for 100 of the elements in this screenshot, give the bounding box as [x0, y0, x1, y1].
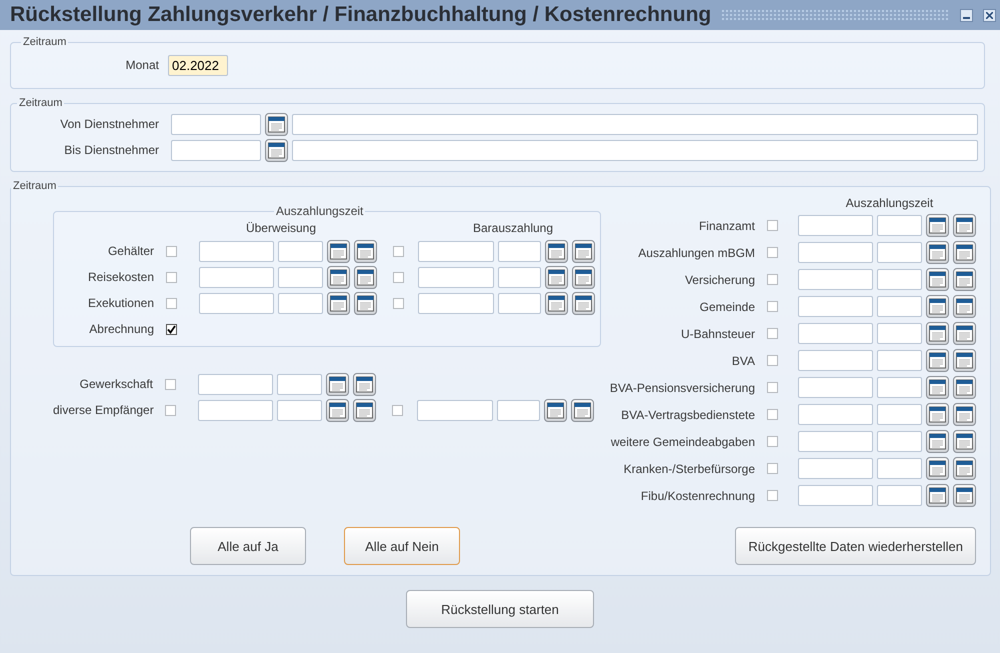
time-field[interactable]	[877, 377, 922, 398]
calendar-button[interactable]	[953, 214, 976, 237]
time-field[interactable]	[877, 242, 922, 263]
month-field[interactable]: 02.2022	[168, 54, 228, 76]
date-field[interactable]	[798, 404, 873, 425]
minimize-button[interactable]	[960, 8, 973, 22]
time-field[interactable]	[498, 292, 541, 314]
date-field[interactable]	[798, 296, 873, 317]
calendar-button[interactable]	[544, 398, 567, 422]
checkbox[interactable]	[393, 298, 404, 308]
calendar-button[interactable]	[953, 349, 976, 372]
time-field[interactable]	[498, 240, 541, 262]
checkbox[interactable]	[393, 272, 404, 282]
time-field[interactable]	[277, 400, 322, 420]
date-field[interactable]	[798, 377, 873, 398]
calendar-button[interactable]	[926, 484, 949, 507]
calendar-button[interactable]	[926, 268, 949, 291]
date-field[interactable]	[199, 240, 274, 262]
checkbox[interactable]	[166, 324, 177, 334]
calendar-button[interactable]	[354, 240, 377, 262]
checkbox[interactable]	[166, 272, 177, 282]
checkbox[interactable]	[767, 355, 778, 366]
calendar-button[interactable]	[572, 240, 595, 262]
calendar-button[interactable]	[265, 112, 288, 136]
checkbox[interactable]	[393, 246, 404, 256]
calendar-button[interactable]	[953, 268, 976, 291]
action-button[interactable]: Rückgestellte Daten wiederherstellen	[735, 527, 976, 565]
calendar-button[interactable]	[326, 372, 349, 396]
calendar-button[interactable]	[926, 214, 949, 237]
time-field[interactable]	[877, 404, 922, 425]
date-field[interactable]	[798, 458, 873, 479]
time-field[interactable]	[877, 431, 922, 452]
time-field[interactable]	[877, 458, 922, 479]
calendar-button[interactable]	[953, 403, 976, 426]
date-field[interactable]	[199, 266, 274, 288]
calendar-button[interactable]	[327, 240, 350, 262]
checkbox[interactable]	[767, 301, 778, 312]
date-field[interactable]	[798, 269, 873, 290]
calendar-button[interactable]	[572, 292, 595, 314]
calendar-button[interactable]	[953, 376, 976, 399]
time-field[interactable]	[877, 350, 922, 371]
checkbox[interactable]	[392, 404, 403, 416]
date-field[interactable]	[418, 240, 494, 262]
calendar-button[interactable]	[926, 376, 949, 399]
calendar-button[interactable]	[353, 372, 376, 396]
time-field[interactable]	[877, 215, 922, 236]
calendar-button[interactable]	[926, 349, 949, 372]
date-field[interactable]	[798, 242, 873, 263]
calendar-button[interactable]	[953, 295, 976, 318]
date-field[interactable]	[798, 215, 873, 236]
date-field[interactable]	[418, 292, 494, 314]
calendar-button[interactable]	[926, 241, 949, 264]
calendar-button[interactable]	[326, 398, 349, 422]
calendar-button[interactable]	[953, 322, 976, 345]
date-field[interactable]	[199, 292, 274, 314]
calendar-button[interactable]	[926, 322, 949, 345]
calendar-button[interactable]	[926, 457, 949, 480]
close-button[interactable]	[983, 8, 996, 22]
date-field[interactable]	[798, 431, 873, 452]
calendar-button[interactable]	[571, 398, 594, 422]
time-field[interactable]	[278, 240, 323, 262]
calendar-button[interactable]	[545, 266, 568, 288]
checkbox[interactable]	[767, 247, 778, 258]
calendar-button[interactable]	[354, 292, 377, 314]
calendar-button[interactable]	[926, 430, 949, 453]
action-button[interactable]: Alle auf Nein	[344, 527, 460, 565]
checkbox[interactable]	[166, 298, 177, 308]
calendar-button[interactable]	[545, 240, 568, 262]
time-field[interactable]	[877, 269, 922, 290]
action-button[interactable]: Alle auf Ja	[190, 527, 306, 565]
time-field[interactable]	[877, 323, 922, 344]
checkbox[interactable]	[767, 274, 778, 285]
date-field[interactable]	[198, 374, 273, 394]
calendar-button[interactable]	[953, 457, 976, 480]
checkbox[interactable]	[767, 409, 778, 420]
checkbox[interactable]	[767, 463, 778, 474]
employee-name-field[interactable]	[292, 140, 978, 160]
time-field[interactable]	[278, 292, 323, 314]
calendar-button[interactable]	[953, 484, 976, 507]
calendar-button[interactable]	[572, 266, 595, 288]
time-field[interactable]	[497, 400, 540, 420]
checkbox[interactable]	[767, 328, 778, 339]
date-field[interactable]	[798, 485, 873, 506]
date-field[interactable]	[798, 350, 873, 371]
calendar-button[interactable]	[354, 266, 377, 288]
checkbox[interactable]	[165, 404, 176, 416]
checkbox[interactable]	[767, 382, 778, 393]
date-field[interactable]	[198, 400, 273, 420]
calendar-button[interactable]	[953, 241, 976, 264]
calendar-button[interactable]	[265, 138, 288, 162]
checkbox[interactable]	[165, 378, 176, 390]
time-field[interactable]	[277, 374, 322, 394]
date-field[interactable]	[798, 323, 873, 344]
date-field[interactable]	[418, 266, 494, 288]
time-field[interactable]	[877, 485, 922, 506]
calendar-button[interactable]	[327, 266, 350, 288]
calendar-button[interactable]	[327, 292, 350, 314]
calendar-button[interactable]	[545, 292, 568, 314]
calendar-button[interactable]	[926, 403, 949, 426]
checkbox[interactable]	[767, 436, 778, 447]
